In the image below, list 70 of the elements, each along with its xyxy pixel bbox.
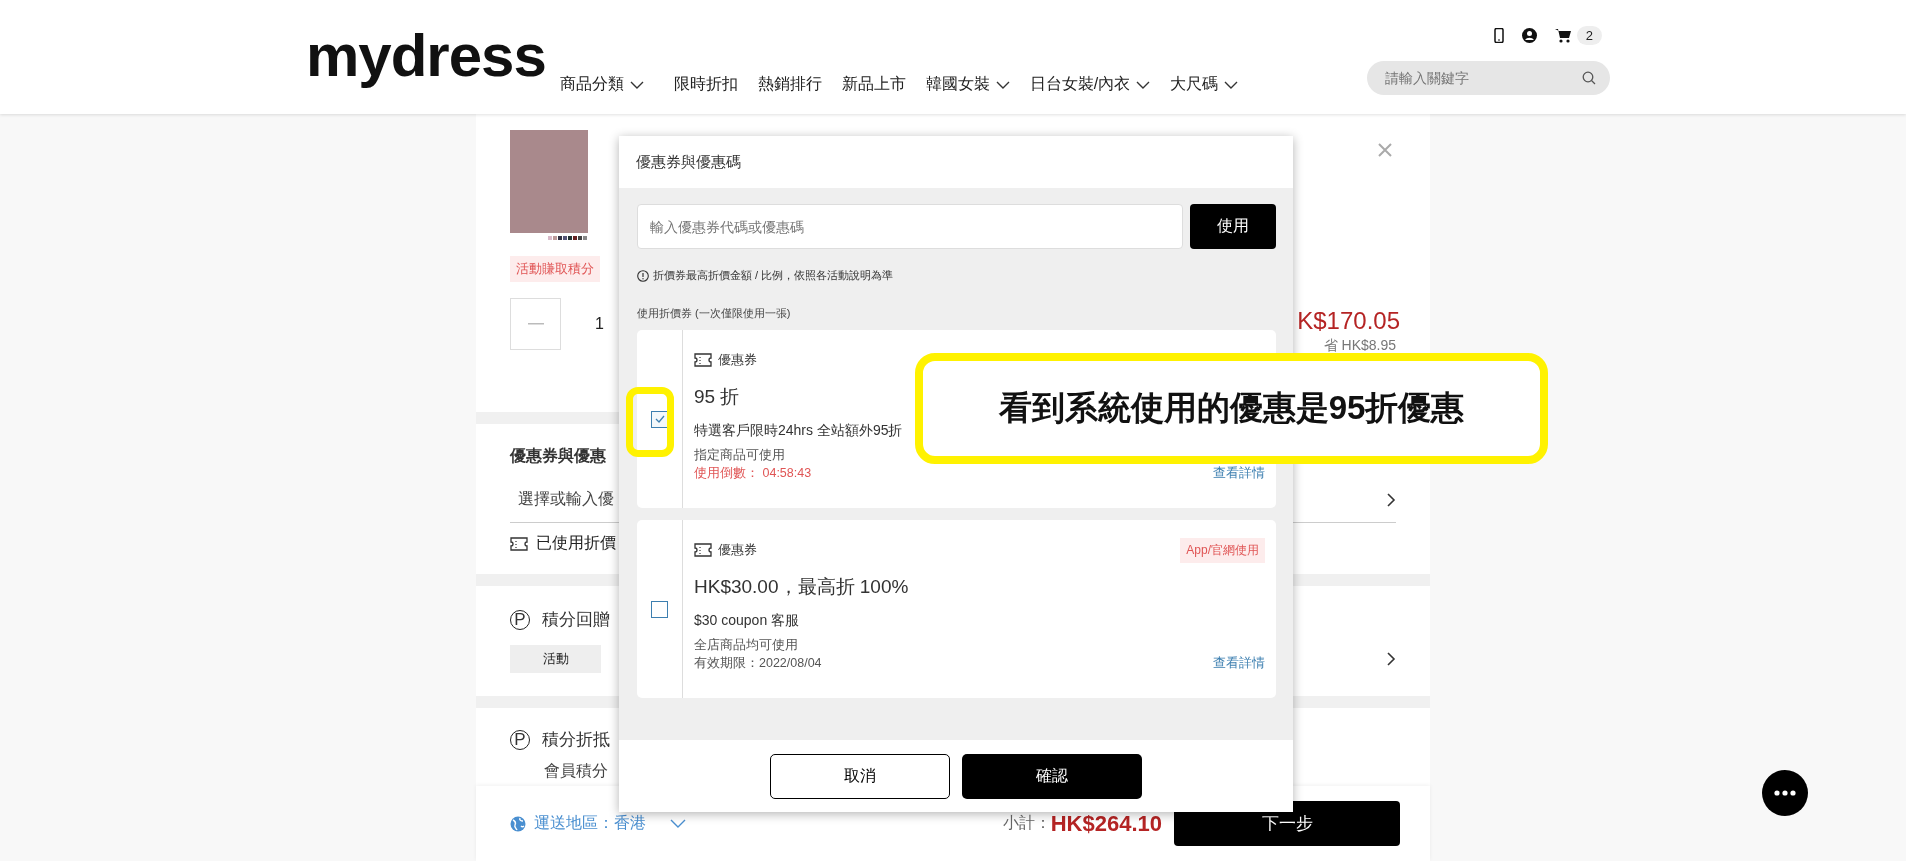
details-link[interactable]: 查看詳情 [1213,464,1265,482]
search-field[interactable]: 請輸入關鍵字 [1367,61,1610,95]
points-note: 會員積分 [544,761,608,781]
cart-count: 2 [1576,26,1602,45]
list-label: 使用折價券 (一次僅限使用一張) [637,306,792,321]
chevron-down-icon [1136,80,1151,89]
user-icon [1521,28,1537,43]
coupon-scope: 指定商品可使用 [694,447,786,464]
coupon-value: 95 折 [694,385,740,409]
nav-link[interactable]: 熱銷排行 [757,74,822,95]
coupon-scope: 全店商品均可使用 [694,637,799,654]
coupon-card[interactable]: 優惠券 App/官網使用 HK$30.00，最高折 100% $30 coupon 客服 全店商品均可使用 有效期限：2022/08/04 查看詳情 [637,520,1276,698]
phone-icon [1493,28,1504,43]
coupon-type: 優惠券 [718,351,757,369]
nav-link[interactable]: 新品上市 [841,74,906,95]
minus-icon [527,323,544,325]
section-title: 積分折抵 [542,729,610,751]
coupon-code-field[interactable]: 輸入優惠券代碼或優惠碼 [637,204,1183,249]
price: K$170.05 [1297,307,1400,335]
used-coupon-text: 已使用折價 [536,533,616,553]
checkmark-icon [654,415,665,423]
cancel-button[interactable]: 取消 [770,753,950,799]
chevron-right-icon [1387,652,1396,666]
apply-button[interactable]: 使用 [1190,204,1276,249]
highlight-ring [626,387,674,457]
subtotal-amount: HK$264.10 [1050,810,1162,837]
coupon-description: 特選客戶限時24hrs 全站額外95折 [694,422,903,440]
info-icon [637,269,649,282]
chevron-right-icon [1387,492,1396,507]
close-icon [1378,143,1392,157]
details-link[interactable]: 查看詳情 [1213,654,1265,672]
dialog-title: 優惠券與優惠碼 [619,136,1293,188]
nav-link[interactable]: 限時折扣 [673,74,738,95]
usage-tag: App/官網使用 [1180,537,1265,563]
shipping-region[interactable]: 運送地區：香港 [534,813,646,834]
activity-label: 活動 [510,645,601,673]
nav-link[interactable]: 韓國女裝 [925,74,1010,95]
countdown-text: 使用倒數： 04:58:43 [694,465,812,482]
promo-tag: 活動賺取積分 [510,256,600,282]
confirm-button[interactable]: 確認 [962,753,1142,799]
ticket-icon [694,543,712,557]
nav-link[interactable]: 大尺碼 [1170,74,1239,95]
checkbox[interactable] [651,600,668,618]
color-swatches [548,236,588,240]
dots-icon [1774,790,1796,796]
coupon-type: 優惠券 [718,541,757,559]
search-icon [1582,71,1596,85]
coupon-select-link[interactable]: 選擇或輸入優 [518,489,614,510]
coupon-value: HK$30.00，最高折 100% [694,575,909,599]
coupon-description: $30 coupon 客服 [694,612,800,630]
savings-text: 省 HK$8.95 [1323,337,1396,355]
chat-button[interactable] [1762,770,1808,816]
chevron-down-icon [1224,80,1239,89]
logo[interactable]: mydress [306,26,546,86]
section-title: 優惠券與優惠 [510,446,606,466]
quantity: 1 [595,315,604,333]
cart-icon [1554,28,1571,43]
globe-icon [510,815,526,832]
chevron-down-icon [670,819,686,828]
ticket-icon [694,353,712,367]
chevron-down-icon [995,80,1010,89]
expiry-date: 有效期限：2022/08/04 [694,655,822,672]
ticket-icon [510,536,528,551]
chevron-down-icon [629,80,644,89]
nav-link[interactable]: 商品分類 [559,74,644,95]
subtotal-label: 小計： [1002,813,1051,833]
nav-link[interactable]: 日台女裝/內衣 [1029,74,1151,95]
annotation-callout: 看到系統使用的優惠是95折優惠 [915,353,1548,464]
section-title: 積分回贈 [542,609,610,631]
notice-text: 折價券最高折價金額 / 比例，依照各活動說明為準 [653,268,894,283]
